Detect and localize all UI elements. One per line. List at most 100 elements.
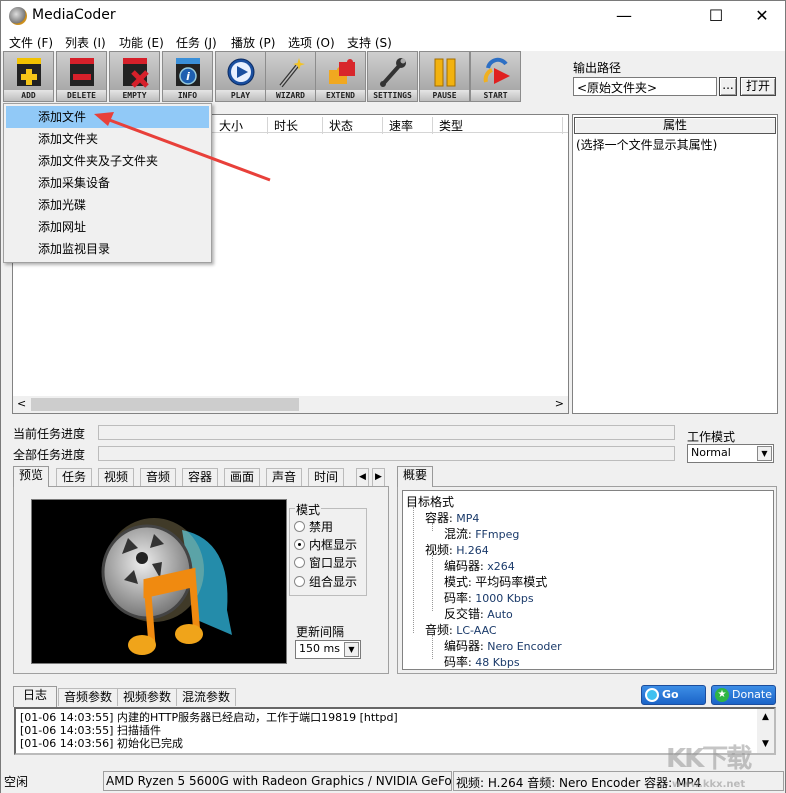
tree-node[interactable]: 模式: 平均码率模式 [444, 573, 547, 590]
mode-window-label: 窗口显示 [309, 556, 358, 570]
tab-summary[interactable]: 概要 [397, 466, 434, 487]
scrollbar-thumb[interactable] [31, 398, 299, 411]
scroll-right-arrow[interactable]: > [555, 397, 564, 410]
node-key: 视频 [425, 543, 450, 557]
close-button[interactable]: ✕ [739, 1, 785, 31]
pause-label: PAUSE [420, 90, 469, 101]
tree-node[interactable]: 容器: MP4 [425, 509, 479, 526]
play-button[interactable]: PLAY [215, 51, 266, 102]
delete-button[interactable]: DELETE [56, 51, 107, 102]
donate-label: Donate [732, 688, 772, 701]
empty-button[interactable]: EMPTY [109, 51, 160, 102]
current-progress-bar [98, 425, 675, 440]
menu-list[interactable]: 列表 (I) [65, 34, 106, 51]
node-value: 平均码率模式 [475, 575, 548, 589]
scroll-up-icon[interactable]: ▲ [757, 711, 774, 724]
tab-video[interactable]: 视频 [98, 468, 135, 486]
preview-area [31, 499, 287, 664]
log-output[interactable]: [01-06 14:03:55] 内建的HTTP服务器已经启动，工作于端口198… [14, 707, 776, 755]
tab-audio[interactable]: 音频 [140, 468, 177, 486]
wizard-button[interactable]: WIZARD [265, 51, 316, 102]
tab-scroll-prev[interactable]: ◀ [356, 468, 369, 486]
tab-time[interactable]: 时间 [308, 468, 345, 486]
mode-combined-label: 组合显示 [309, 575, 358, 589]
extend-button[interactable]: EXTEND [315, 51, 366, 102]
log-line: [01-06 14:03:55] 扫描插件 [20, 724, 161, 737]
dropdown-arrow-icon[interactable]: ▼ [757, 446, 772, 461]
extend-label: EXTEND [316, 90, 365, 101]
tab-mux-params[interactable]: 混流参数 [176, 688, 237, 706]
minimize-button[interactable]: — [601, 1, 647, 31]
start-button[interactable]: START [470, 51, 521, 102]
mode-window-radio[interactable]: 窗口显示 [294, 554, 357, 571]
tree-node[interactable]: 视频: H.264 [425, 541, 489, 558]
tree-node[interactable]: 反交错: Auto [444, 605, 513, 622]
extend-icon [329, 59, 355, 84]
summary-tree[interactable]: 目标格式 容器: MP4 混流: FFmpeg 视频: H.264 编码器: x… [402, 490, 774, 670]
info-button[interactable]: i INFO [162, 51, 213, 102]
maximize-button[interactable]: ☐ [693, 1, 739, 31]
tree-line [413, 507, 414, 633]
column-size[interactable]: 大小 [215, 117, 268, 134]
tab-preview[interactable]: 预览 [13, 466, 50, 487]
tree-node[interactable]: 码率: 1000 Kbps [444, 589, 534, 606]
settings-button[interactable]: SETTINGS [367, 51, 418, 102]
tab-audio-params[interactable]: 音频参数 [58, 688, 119, 706]
browse-button[interactable]: ... [719, 77, 737, 96]
menu-item-add-folder-recursive[interactable]: 添加文件夹及子文件夹 [6, 150, 209, 172]
column-status[interactable]: 状态 [325, 117, 383, 134]
tree-node[interactable]: 码率: 48 Kbps [444, 653, 520, 670]
column-duration[interactable]: 时长 [270, 117, 323, 134]
pause-button[interactable]: PAUSE [419, 51, 470, 102]
menu-function[interactable]: 功能 (E) [119, 34, 164, 51]
tree-node[interactable]: 编码器: x264 [444, 557, 515, 574]
tree-root[interactable]: 目标格式 [406, 493, 454, 510]
node-key: 模式 [444, 575, 469, 589]
column-rate[interactable]: 速率 [385, 117, 433, 134]
go-pro-button[interactable]: Go PRO [641, 685, 706, 719]
tab-log[interactable]: 日志 [13, 686, 58, 707]
scroll-down-icon[interactable]: ▼ [757, 738, 774, 751]
open-button[interactable]: 打开 [740, 77, 776, 96]
update-interval-select[interactable]: 150 ms ▼ [295, 640, 361, 659]
menu-task[interactable]: 任务 (J) [176, 34, 217, 51]
tab-scroll-next[interactable]: ▶ [372, 468, 385, 486]
mode-inner-radio[interactable]: 内框显示 [294, 536, 357, 553]
tab-task[interactable]: 任务 [56, 468, 93, 486]
column-type[interactable]: 类型 [435, 117, 563, 134]
node-key: 码率 [444, 591, 469, 605]
tree-node[interactable]: 音频: LC-AAC [425, 621, 497, 638]
menu-options[interactable]: 选项 (O) [288, 34, 335, 51]
menu-item-add-file[interactable]: 添加文件 [6, 106, 209, 128]
scroll-left-arrow[interactable]: < [17, 397, 26, 410]
mode-combined-radio[interactable]: 组合显示 [294, 573, 357, 590]
node-value: Nero Encoder [487, 640, 562, 653]
menu-item-add-url[interactable]: 添加网址 [6, 216, 209, 238]
donate-button[interactable]: ★ Donate [711, 685, 776, 705]
tab-video-params[interactable]: 视频参数 [117, 688, 178, 706]
node-value: H.264 [456, 544, 489, 557]
work-mode-value: Normal [691, 446, 731, 459]
menu-support[interactable]: 支持 (S) [347, 34, 392, 51]
log-vertical-scrollbar[interactable]: ▲ ▼ [757, 709, 774, 753]
menu-play[interactable]: 播放 (P) [231, 34, 275, 51]
horizontal-scrollbar[interactable]: < > [13, 396, 568, 413]
menu-item-add-disc[interactable]: 添加光碟 [6, 194, 209, 216]
menu-file[interactable]: 文件 (F) [9, 34, 53, 51]
node-key: 容器 [425, 511, 450, 525]
menu-item-add-capture-device[interactable]: 添加采集设备 [6, 172, 209, 194]
wizard-icon [279, 58, 305, 88]
work-mode-select[interactable]: Normal ▼ [687, 444, 774, 463]
menu-item-add-folder[interactable]: 添加文件夹 [6, 128, 209, 150]
tab-container[interactable]: 容器 [182, 468, 219, 486]
add-button[interactable]: ADD [3, 51, 54, 102]
tree-node[interactable]: 编码器: Nero Encoder [444, 637, 562, 654]
output-path-input[interactable]: <原始文件夹> [573, 77, 717, 96]
mode-disabled-radio[interactable]: 禁用 [294, 518, 333, 535]
menu-item-add-watch-folder[interactable]: 添加监视目录 [6, 238, 209, 260]
star-icon: ★ [715, 688, 729, 702]
dropdown-arrow-icon[interactable]: ▼ [344, 642, 359, 657]
tab-picture[interactable]: 画面 [224, 468, 261, 486]
tab-sound[interactable]: 声音 [266, 468, 303, 486]
tree-node[interactable]: 混流: FFmpeg [444, 525, 519, 542]
